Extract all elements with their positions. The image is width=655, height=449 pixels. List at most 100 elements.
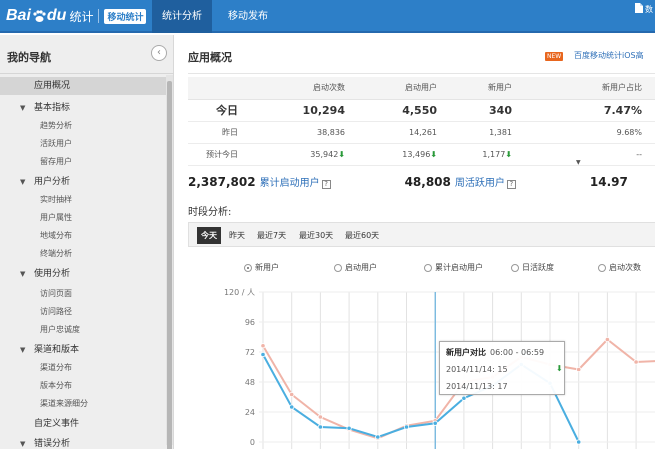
metric-option-cumulative-users[interactable]: 累计启动用户 bbox=[424, 262, 483, 273]
radio-selected-icon bbox=[244, 263, 252, 272]
arrow-down-icon: ⬇ bbox=[338, 149, 345, 159]
radio-icon bbox=[424, 263, 432, 272]
logo-text-du: du bbox=[46, 7, 67, 24]
kpi-header-row: 启动次数 启动用户 新用户 新用户占比 bbox=[188, 77, 655, 100]
kpi-row-today: 今日 10,294 4,550 340 7.47% bbox=[188, 99, 655, 122]
period-last-60-days-button[interactable]: 最近60天 bbox=[341, 227, 383, 244]
help-icon[interactable]: ? bbox=[506, 180, 516, 189]
chart-metric-selector: 新用户 启动用户 累计启动用户 日活跃度 启动次数 bbox=[188, 260, 655, 276]
sidebar-item-5[interactable]: ▼ 用户分析 bbox=[0, 173, 166, 191]
sidebar-item-18[interactable]: 自定义事件 bbox=[0, 415, 166, 433]
sidebar-item-label: 错误分析 bbox=[34, 439, 71, 449]
kpi-cell-value: 14,261 bbox=[409, 127, 437, 137]
sidebar-item-4[interactable]: 留存用户 bbox=[0, 153, 166, 171]
promo-link[interactable]: 百度移动统计iOS高 bbox=[574, 50, 644, 61]
kpi-header-new-user-ratio: 新用户占比 bbox=[520, 77, 655, 100]
sidebar-item-label: 渠道和版本 bbox=[34, 345, 80, 355]
kpi-header-launch-users: 启动用户 bbox=[353, 77, 445, 100]
y-tick-label: 96 bbox=[245, 318, 255, 327]
sidebar-item-label: 访问路径 bbox=[40, 307, 72, 316]
sidebar-item-0[interactable]: 应用概况 bbox=[0, 77, 166, 95]
sidebar-item-label: 地域分布 bbox=[40, 231, 72, 240]
period-last-30-days-button[interactable]: 最近30天 bbox=[295, 227, 337, 244]
sidebar-item-6[interactable]: 实时抽样 bbox=[0, 191, 166, 209]
kpi-cell: 38,836 bbox=[256, 121, 353, 144]
sidebar-item-8[interactable]: 地域分布 bbox=[0, 227, 166, 245]
metric-label: 启动次数 bbox=[609, 263, 641, 272]
period-analysis-label: 时段分析: bbox=[188, 207, 232, 218]
collapse-sidebar-button[interactable]: ‹ bbox=[151, 45, 167, 61]
y-tick-label: 0 bbox=[250, 438, 255, 447]
period-last-7-days-button[interactable]: 最近7天 bbox=[253, 227, 290, 244]
sidebar-item-17[interactable]: 渠道来源细分 bbox=[0, 395, 166, 413]
sidebar-item-label: 访问页面 bbox=[40, 289, 72, 298]
data-point bbox=[576, 366, 582, 373]
sidebar-item-3[interactable]: 活跃用户 bbox=[0, 135, 166, 153]
tooltip-row-today: 2014/11/14: 15 bbox=[446, 365, 508, 374]
radio-icon bbox=[511, 263, 519, 272]
data-point bbox=[576, 439, 582, 445]
tooltip-header: 新用户对比 06:00 - 06:59 bbox=[446, 347, 544, 358]
tab-mobile-publish[interactable]: 移动发布 bbox=[218, 0, 278, 33]
sidebar-item-7[interactable]: 用户属性 bbox=[0, 209, 166, 227]
help-icon[interactable]: ? bbox=[321, 180, 331, 189]
metric-label: 新用户 bbox=[255, 263, 279, 272]
period-selector: 今天 昨天 最近7天 最近30天 最近60天 bbox=[188, 222, 655, 247]
radio-icon bbox=[334, 263, 342, 272]
tab-statistics-analysis[interactable]: 统计分析 bbox=[152, 0, 212, 33]
y-tick-label: 24 bbox=[245, 408, 255, 417]
caret-down-icon: ▼ bbox=[20, 104, 26, 112]
mobile-stat-badge: 移动统计 bbox=[104, 8, 147, 24]
document-icon bbox=[635, 3, 643, 15]
arrow-down-icon: ⬇ bbox=[556, 364, 563, 373]
kpi-cell-value: 4,550 bbox=[402, 103, 437, 117]
sidebar-item-1[interactable]: ▼ 基本指标 bbox=[0, 99, 166, 117]
sidebar-item-label: 基本指标 bbox=[34, 103, 71, 113]
metric-label: 累计启动用户 bbox=[435, 263, 483, 272]
metric-option-launch-count[interactable]: 启动次数 bbox=[598, 262, 641, 273]
sidebar-item-14[interactable]: ▼ 渠道和版本 bbox=[0, 341, 166, 359]
period-today-button[interactable]: 今天 bbox=[197, 227, 221, 244]
sidebar-divider bbox=[0, 73, 174, 74]
top-right-menu[interactable]: 数 bbox=[635, 3, 653, 15]
metric-option-daily-activity[interactable]: 日活跃度 bbox=[511, 262, 554, 273]
hourly-line-chart[interactable]: 0 24 48 72 96 120 / 人 bbox=[174, 282, 655, 449]
data-point bbox=[346, 425, 352, 431]
baidu-tongji-logo[interactable]: Bai du 统计 移动统计 bbox=[6, 5, 147, 27]
kpi-cell-value: 35,942 bbox=[310, 149, 339, 159]
sidebar-item-label: 版本分布 bbox=[40, 381, 72, 390]
summary-label-weekly-active[interactable]: 周活跃用户 bbox=[455, 174, 505, 189]
top-right-label: 数 bbox=[645, 4, 653, 14]
metric-option-launch-users[interactable]: 启动用户 bbox=[334, 262, 377, 273]
metric-option-new-users[interactable]: 新用户 bbox=[244, 262, 279, 273]
period-yesterday-button[interactable]: 昨天 bbox=[225, 227, 249, 244]
sidebar-item-9[interactable]: 终端分析 bbox=[0, 245, 166, 263]
tooltip-title: 新用户对比 bbox=[446, 348, 486, 357]
sidebar: 我的导航 ‹ 应用概况 ▼ 基本指标 趋势分析 活跃用户 留存用户 ▼ 用户分析 实时抽样 用户属… bbox=[0, 35, 174, 449]
sidebar-item-12[interactable]: 访问路径 bbox=[0, 303, 166, 321]
sidebar-scrollbar-thumb[interactable] bbox=[167, 81, 172, 449]
caret-down-icon[interactable]: ▼ bbox=[576, 159, 581, 166]
kpi-cell-value: 7.47% bbox=[603, 103, 642, 117]
sidebar-item-19[interactable]: ▼ 错误分析 bbox=[0, 435, 166, 449]
sidebar-item-13[interactable]: 用户忠诚度 bbox=[0, 321, 166, 339]
sidebar-item-11[interactable]: 访问页面 bbox=[0, 285, 166, 303]
data-point bbox=[633, 359, 639, 365]
main-content: 应用概况 NEW 百度移动统计iOS高 启动次数 启动用户 新用户 新用户占比 … bbox=[174, 35, 655, 449]
summary-label-total-users[interactable]: 累计启动用户 bbox=[260, 174, 320, 189]
sidebar-item-10[interactable]: ▼ 使用分析 bbox=[0, 265, 166, 283]
sidebar-item-label: 活跃用户 bbox=[40, 139, 72, 148]
tooltip-row-today-label: 2014/11/14: bbox=[446, 365, 495, 374]
tooltip-row-yesterday: 2014/11/13: 17 bbox=[446, 382, 508, 391]
sidebar-item-15[interactable]: 渠道分布 bbox=[0, 359, 166, 377]
kpi-cell: 9.68% bbox=[520, 121, 655, 144]
arrow-down-icon: ⬇ bbox=[430, 149, 437, 159]
logo-text-stat: 统计 bbox=[69, 9, 94, 24]
kpi-cell: 35,942⬇ bbox=[256, 143, 353, 166]
sidebar-item-2[interactable]: 趋势分析 bbox=[0, 117, 166, 135]
sidebar-item-16[interactable]: 版本分布 bbox=[0, 377, 166, 395]
kpi-cell-value: 9.68% bbox=[616, 127, 642, 137]
sidebar-item-label: 终端分析 bbox=[40, 249, 72, 258]
kpi-row-label: 预计今日 bbox=[188, 143, 256, 166]
caret-down-icon: ▼ bbox=[20, 178, 26, 186]
